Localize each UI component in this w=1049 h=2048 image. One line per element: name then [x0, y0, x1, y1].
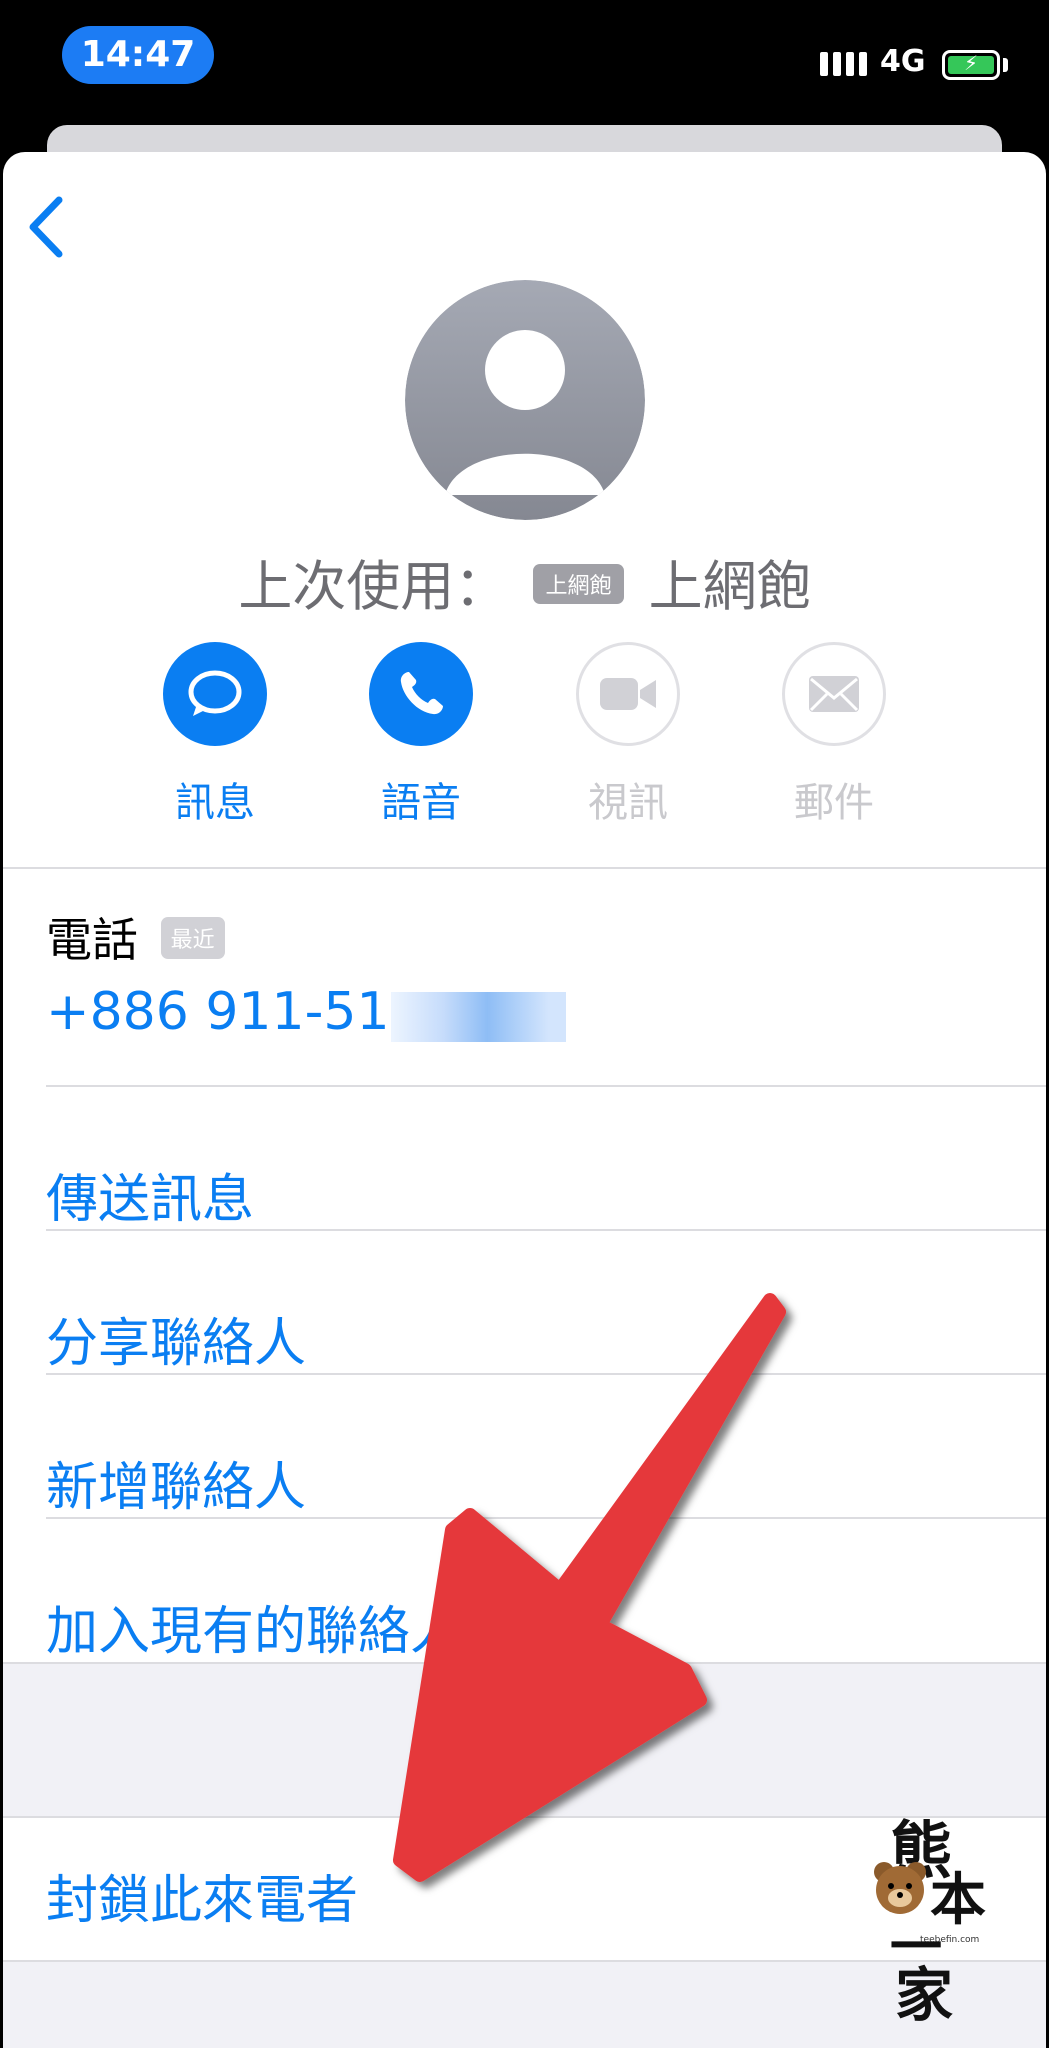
video-action-button[interactable]: 視訊	[558, 642, 698, 828]
logo-site: teebefin.com	[920, 1935, 980, 1945]
last-used-value: 上網飽	[648, 555, 811, 618]
battery-cap	[1003, 58, 1008, 72]
row-divider	[46, 1085, 1046, 1087]
watermark-logo: 熊 本 一 家 teebefin.com	[860, 1800, 1010, 2030]
action-label-video: 視訊	[588, 780, 668, 826]
last-used-line: 上次使用： 上網飽 上網飽	[3, 542, 1046, 621]
last-used-prefix: 上次使用：	[238, 555, 509, 618]
battery-icon	[942, 50, 1000, 80]
contact-avatar[interactable]	[405, 280, 645, 520]
row-divider	[46, 1373, 1046, 1375]
redacted-number-blur	[391, 992, 566, 1042]
section-divider	[3, 1662, 1046, 1664]
contact-sheet: 上次使用： 上網飽 上網飽 訊息 語音 視訊 郵件 電話 最近 +886 911…	[3, 152, 1046, 2048]
new-contact-row[interactable]: 新增聯絡人	[46, 1445, 306, 1520]
action-label-message: 訊息	[175, 780, 255, 826]
action-label-mail: 郵件	[794, 780, 874, 826]
phone-icon	[400, 672, 443, 715]
status-bar: 14:47 4G	[0, 0, 1049, 120]
section-spacer	[3, 1664, 1046, 1816]
mail-action-button[interactable]: 郵件	[764, 642, 904, 828]
network-type: 4G	[880, 44, 926, 79]
person-icon	[405, 280, 645, 520]
row-divider	[46, 1517, 1046, 1519]
send-message-row[interactable]: 傳送訊息	[46, 1157, 254, 1232]
action-label-voice: 語音	[381, 780, 461, 826]
block-caller-row[interactable]: 封鎖此來電者	[46, 1858, 358, 1933]
voice-call-action-button[interactable]: 語音	[351, 642, 491, 828]
section-divider	[3, 867, 1046, 869]
chevron-left-icon	[29, 196, 63, 258]
cellular-signal-icon	[820, 52, 867, 76]
share-contact-row[interactable]: 分享聯絡人	[46, 1301, 306, 1376]
recent-tag: 最近	[160, 916, 225, 959]
carrier-tag: 上網飽	[533, 564, 624, 605]
phone-label: 電話	[46, 913, 138, 967]
video-icon	[600, 678, 656, 710]
phone-section: 電話 最近	[46, 904, 225, 970]
mail-icon	[809, 676, 859, 712]
message-action-button[interactable]: 訊息	[145, 642, 285, 828]
status-time: 14:47	[62, 26, 214, 84]
row-divider	[46, 1229, 1046, 1231]
add-to-existing-contact-row[interactable]: 加入現有的聯絡人	[46, 1589, 462, 1664]
back-button[interactable]	[23, 192, 73, 262]
phone-number-link[interactable]: +886 911-51	[46, 982, 390, 1042]
logo-char: 家	[895, 1961, 954, 2029]
message-icon	[188, 670, 242, 716]
